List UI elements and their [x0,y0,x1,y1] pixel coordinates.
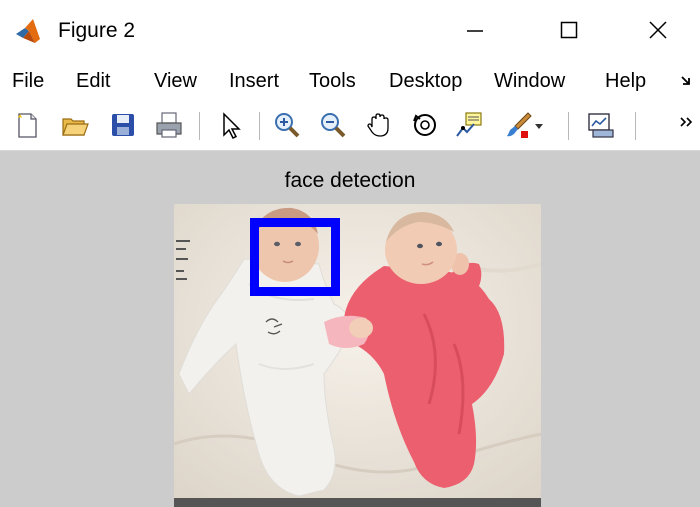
menu-tools[interactable]: Tools [309,68,356,94]
menu-view[interactable]: View [154,68,197,94]
data-cursor-icon[interactable] [454,110,484,140]
window-title: Figure 2 [58,19,136,42]
detected-image [174,204,541,507]
new-figure-icon[interactable] [12,110,42,140]
matlab-logo-icon [14,17,42,45]
rotate-3d-icon[interactable] [410,110,440,140]
menu-desktop[interactable]: Desktop [389,68,462,94]
zoom-out-icon[interactable] [318,110,348,140]
menu-insert[interactable]: Insert [229,68,279,94]
menu-edit[interactable]: Edit [76,68,110,94]
zoom-in-icon[interactable] [272,110,302,140]
brush-dropdown-icon[interactable] [530,110,548,140]
face-detection-box [250,218,340,296]
minimize-button[interactable] [452,10,498,50]
menu-overflow-icon[interactable] [680,74,694,93]
toolbar-separator [568,112,569,140]
select-arrow-icon[interactable] [216,110,246,140]
menu-bar: File Edit View Insert Tools Desktop Wind… [0,60,700,102]
toolbar-separator [635,112,636,140]
menu-help[interactable]: Help [605,68,646,94]
axes-title: face detection [284,169,416,192]
pan-icon[interactable] [364,110,394,140]
toolbar-separator [259,112,260,140]
open-file-icon[interactable] [60,110,90,140]
figure-toolbar [0,102,700,151]
title-bar: Figure 2 [0,0,700,60]
print-icon[interactable] [154,110,184,140]
menu-file[interactable]: File [12,68,44,94]
save-icon[interactable] [108,110,138,140]
link-plot-icon[interactable] [585,110,615,140]
close-button[interactable] [635,10,681,50]
toolbar-separator [199,112,200,140]
toolbar-overflow-icon[interactable] [678,110,696,140]
maximize-button[interactable] [546,10,592,50]
menu-window[interactable]: Window [494,68,565,94]
